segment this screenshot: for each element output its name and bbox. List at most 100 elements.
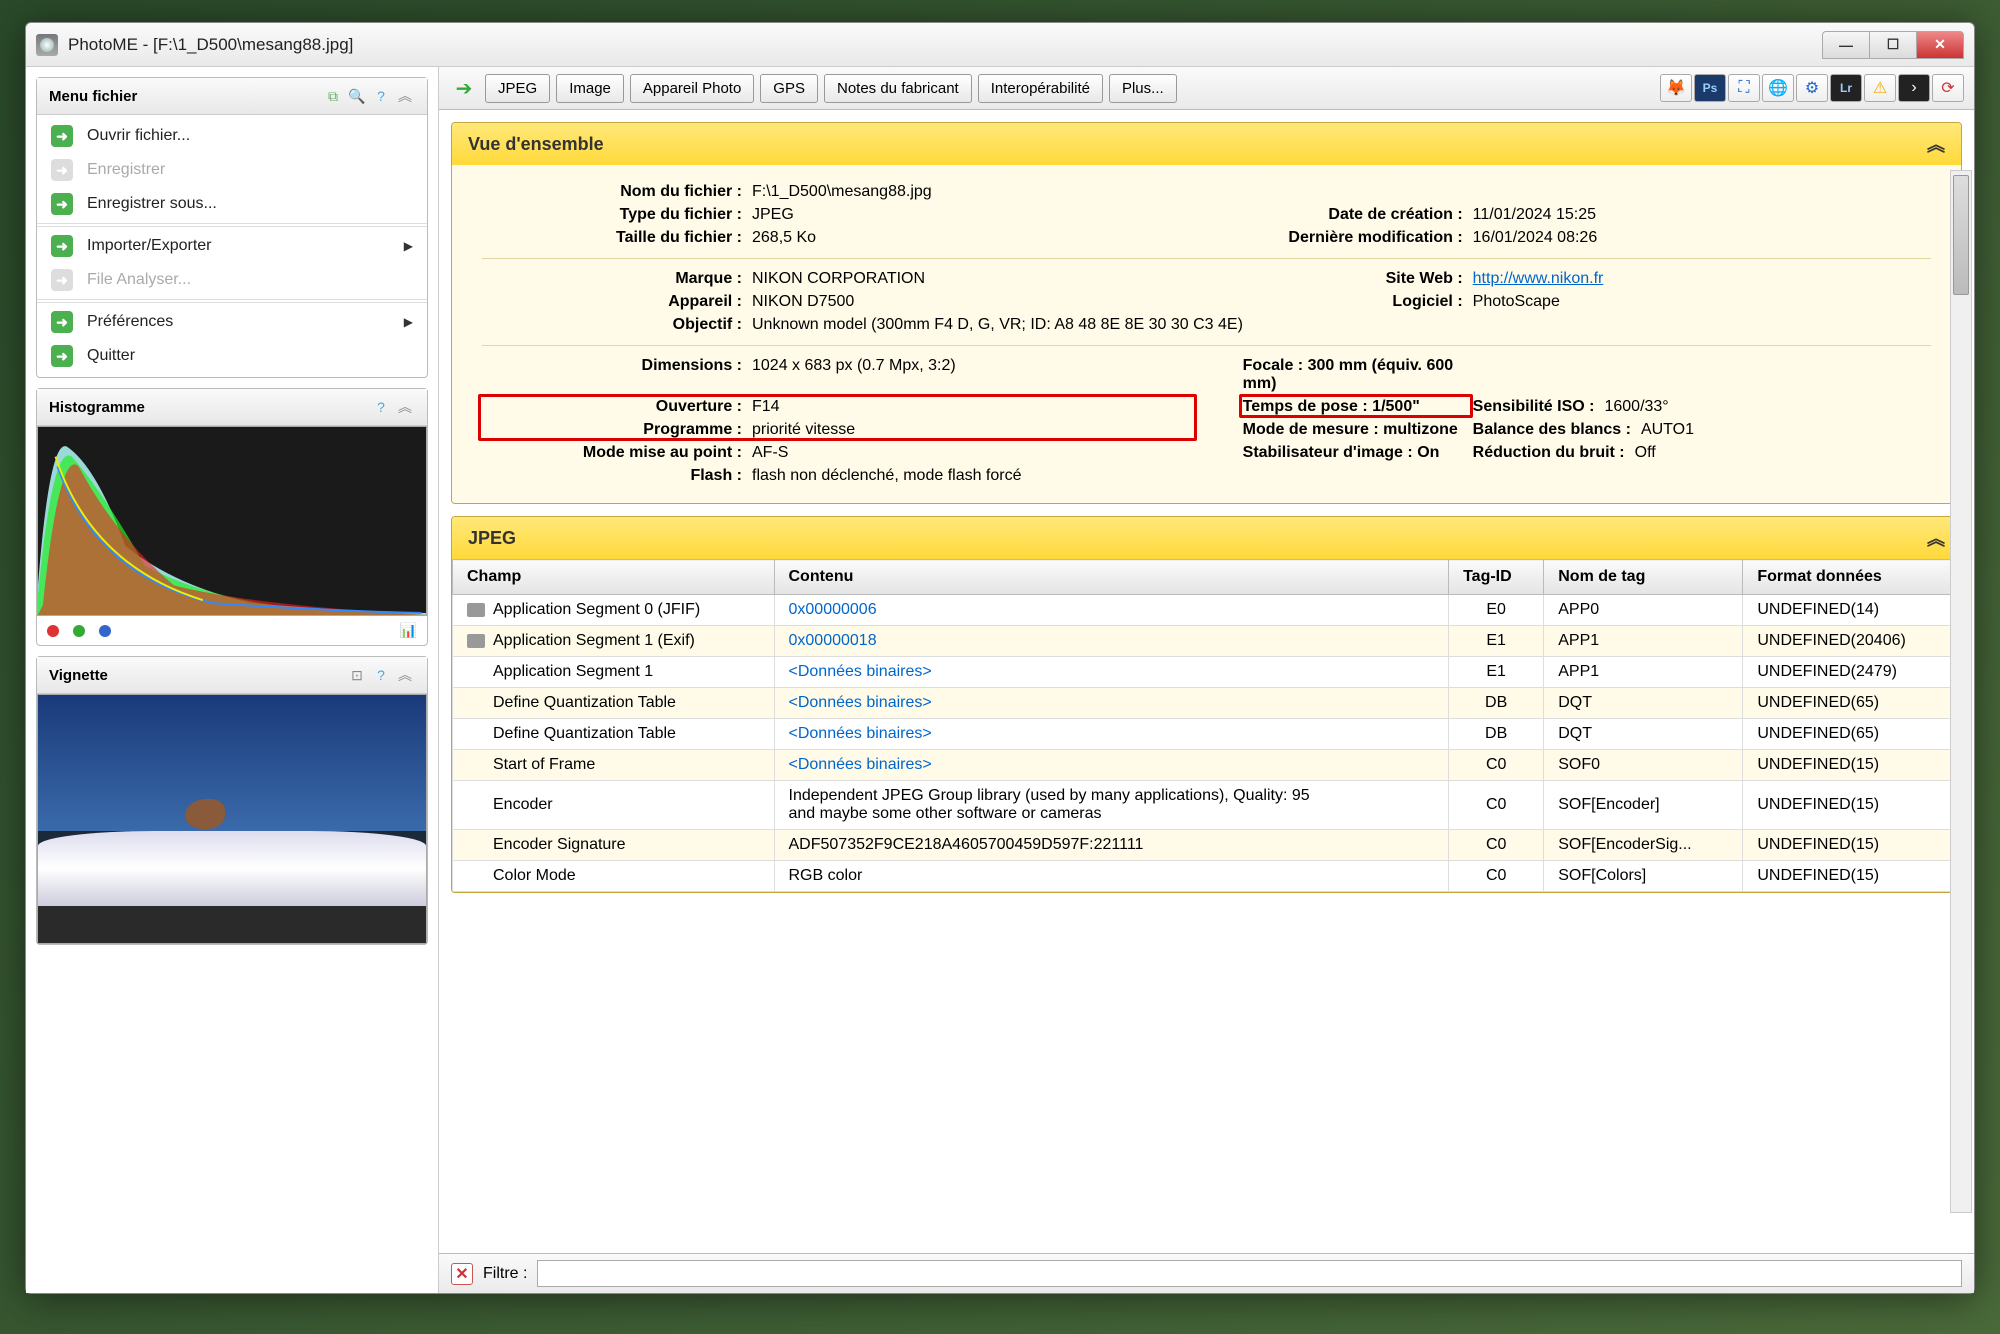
blue-channel-icon[interactable] bbox=[99, 625, 111, 637]
label-metering: Mode de mesure : bbox=[1243, 421, 1379, 438]
value-filename: F:\1_D500\mesang88.jpg bbox=[752, 183, 1931, 201]
label-stab: Stabilisateur d'image : bbox=[1243, 444, 1413, 461]
collapse-icon[interactable]: ︽ bbox=[395, 665, 415, 685]
tab-notes-du-fabricant[interactable]: Notes du fabricant bbox=[824, 74, 972, 103]
gears-icon[interactable]: ⚙ bbox=[1796, 74, 1828, 102]
label-wb: Balance des blancs : bbox=[1473, 421, 1631, 439]
label-nr: Réduction du bruit : bbox=[1473, 444, 1625, 462]
column-header[interactable]: Nom de tag bbox=[1544, 560, 1743, 595]
column-header[interactable]: Contenu bbox=[774, 560, 1449, 595]
screen-icon[interactable]: ⛶ bbox=[1728, 74, 1760, 102]
value-filetype: JPEG bbox=[752, 206, 1193, 224]
help-icon[interactable]: ? bbox=[371, 665, 391, 685]
value-software: PhotoScape bbox=[1473, 293, 1931, 311]
menu-item-pr-f-rences[interactable]: ➜Préférences▶ bbox=[37, 305, 427, 339]
tab-appareil-photo[interactable]: Appareil Photo bbox=[630, 74, 754, 103]
menu-item-importer-exporter[interactable]: ➜Importer/Exporter▶ bbox=[37, 229, 427, 263]
arrow-icon: ➜ bbox=[51, 345, 73, 367]
table-row[interactable]: Color ModeRGB colorC0SOF[Colors]UNDEFINE… bbox=[453, 861, 1961, 892]
label-make: Marque : bbox=[482, 270, 742, 288]
content-area: ➔ JPEGImageAppareil PhotoGPSNotes du fab… bbox=[439, 67, 1974, 1293]
help-icon[interactable]: ? bbox=[371, 397, 391, 417]
crop-icon[interactable]: ⊡ bbox=[347, 665, 367, 685]
website-link[interactable]: http://www.nikon.fr bbox=[1473, 270, 1604, 287]
histogram-panel: Histogramme ? ︽ bbox=[36, 388, 428, 646]
arrow-icon: ➜ bbox=[51, 235, 73, 257]
table-row[interactable]: Encoder SignatureADF507352F9CE218A460570… bbox=[453, 830, 1961, 861]
lightroom-icon[interactable]: Lr bbox=[1830, 74, 1862, 102]
table-row[interactable]: Application Segment 1<Données binaires>E… bbox=[453, 657, 1961, 688]
minimize-button[interactable]: — bbox=[1822, 31, 1870, 59]
label-lens: Objectif : bbox=[482, 316, 742, 334]
value-make: NIKON CORPORATION bbox=[752, 270, 1193, 288]
label-flash: Flash : bbox=[482, 467, 742, 485]
menu-item-file-analyser-: ➜File Analyser... bbox=[37, 263, 427, 297]
vertical-scrollbar[interactable] bbox=[1950, 170, 1972, 1213]
histogram-title: Histogramme bbox=[49, 399, 145, 416]
maximize-button[interactable]: ☐ bbox=[1869, 31, 1917, 59]
menu-item-enregistrer: ➜Enregistrer bbox=[37, 153, 427, 187]
table-row[interactable]: Define Quantization Table<Données binair… bbox=[453, 688, 1961, 719]
arrow-icon: ➜ bbox=[51, 159, 73, 181]
window-title: PhotoME - [F:\1_D500\mesang88.jpg] bbox=[68, 35, 1823, 55]
firefox-icon[interactable]: 🦊 bbox=[1660, 74, 1692, 102]
label-focal: Focale : bbox=[1243, 357, 1303, 374]
value-metering: multizone bbox=[1383, 421, 1458, 438]
menu-item-quitter[interactable]: ➜Quitter bbox=[37, 339, 427, 373]
label-website: Site Web : bbox=[1203, 270, 1463, 288]
globe-icon[interactable]: 🌐 bbox=[1762, 74, 1794, 102]
photoshop-icon[interactable]: Ps bbox=[1694, 74, 1726, 102]
label-exposure: Temps de pose : bbox=[1243, 398, 1368, 415]
collapse-icon[interactable]: ︽ bbox=[395, 397, 415, 417]
chart-icon[interactable]: 📊 bbox=[400, 622, 417, 639]
arrow-icon: ➜ bbox=[51, 193, 73, 215]
segment-icon bbox=[467, 603, 485, 617]
overview-title: Vue d'ensemble bbox=[468, 134, 604, 155]
label-dimensions: Dimensions : bbox=[482, 357, 742, 375]
column-header[interactable]: Tag-ID bbox=[1449, 560, 1544, 595]
warning-icon[interactable]: ⚠ bbox=[1864, 74, 1896, 102]
terminal-icon[interactable]: › bbox=[1898, 74, 1930, 102]
column-header[interactable]: Champ bbox=[453, 560, 775, 595]
help-icon[interactable]: ? bbox=[371, 86, 391, 106]
value-lens: Unknown model (300mm F4 D, G, VR; ID: A8… bbox=[752, 316, 1931, 334]
table-row[interactable]: Application Segment 0 (JFIF)0x00000006E0… bbox=[453, 595, 1961, 626]
copy-icon[interactable]: ⧉ bbox=[323, 86, 343, 106]
table-row[interactable]: EncoderIndependent JPEG Group library (u… bbox=[453, 781, 1961, 830]
tab-gps[interactable]: GPS bbox=[760, 74, 818, 103]
menu-item-enregistrer-sous-[interactable]: ➜Enregistrer sous... bbox=[37, 187, 427, 221]
menu-item-ouvrir-fichier-[interactable]: ➜Ouvrir fichier... bbox=[37, 119, 427, 153]
label-program: Programme : bbox=[482, 421, 742, 439]
tab-image[interactable]: Image bbox=[556, 74, 624, 103]
overview-section: Vue d'ensemble ︽ Nom du fichier : F:\1_D… bbox=[451, 122, 1962, 504]
filter-input[interactable] bbox=[537, 1260, 1962, 1287]
value-wb: AUTO1 bbox=[1641, 421, 1694, 439]
thumbnail-title: Vignette bbox=[49, 667, 108, 684]
tab-jpeg[interactable]: JPEG bbox=[485, 74, 550, 103]
collapse-icon[interactable]: ︽ bbox=[1927, 525, 1945, 551]
table-row[interactable]: Start of Frame<Données binaires>C0SOF0UN… bbox=[453, 750, 1961, 781]
titlebar[interactable]: PhotoME - [F:\1_D500\mesang88.jpg] — ☐ ✕ bbox=[26, 23, 1974, 67]
tab-interop-rabilit-[interactable]: Interopérabilité bbox=[978, 74, 1103, 103]
label-afmode: Mode mise au point : bbox=[482, 444, 742, 462]
red-channel-icon[interactable] bbox=[47, 625, 59, 637]
app-icon bbox=[36, 34, 58, 56]
clear-filter-button[interactable]: ✕ bbox=[451, 1263, 473, 1285]
tab-plus-[interactable]: Plus... bbox=[1109, 74, 1177, 103]
nav-arrow-icon[interactable]: ➔ bbox=[449, 73, 479, 103]
close-button[interactable]: ✕ bbox=[1916, 31, 1964, 59]
table-row[interactable]: Define Quantization Table<Données binair… bbox=[453, 719, 1961, 750]
label-modified: Dernière modification : bbox=[1203, 229, 1463, 247]
collapse-icon[interactable]: ︽ bbox=[1927, 131, 1945, 157]
arrow-icon: ➜ bbox=[51, 269, 73, 291]
file-menu-title: Menu fichier bbox=[49, 88, 137, 105]
green-channel-icon[interactable] bbox=[73, 625, 85, 637]
chevron-right-icon: ▶ bbox=[404, 315, 413, 329]
search-icon[interactable]: 🔍 bbox=[347, 86, 367, 106]
refresh-icon[interactable]: ⟳ bbox=[1932, 74, 1964, 102]
value-nr: Off bbox=[1635, 444, 1656, 462]
value-iso: 1600/33° bbox=[1604, 398, 1668, 416]
collapse-icon[interactable]: ︽ bbox=[395, 86, 415, 106]
column-header[interactable]: Format données bbox=[1743, 560, 1961, 595]
table-row[interactable]: Application Segment 1 (Exif)0x00000018E1… bbox=[453, 626, 1961, 657]
